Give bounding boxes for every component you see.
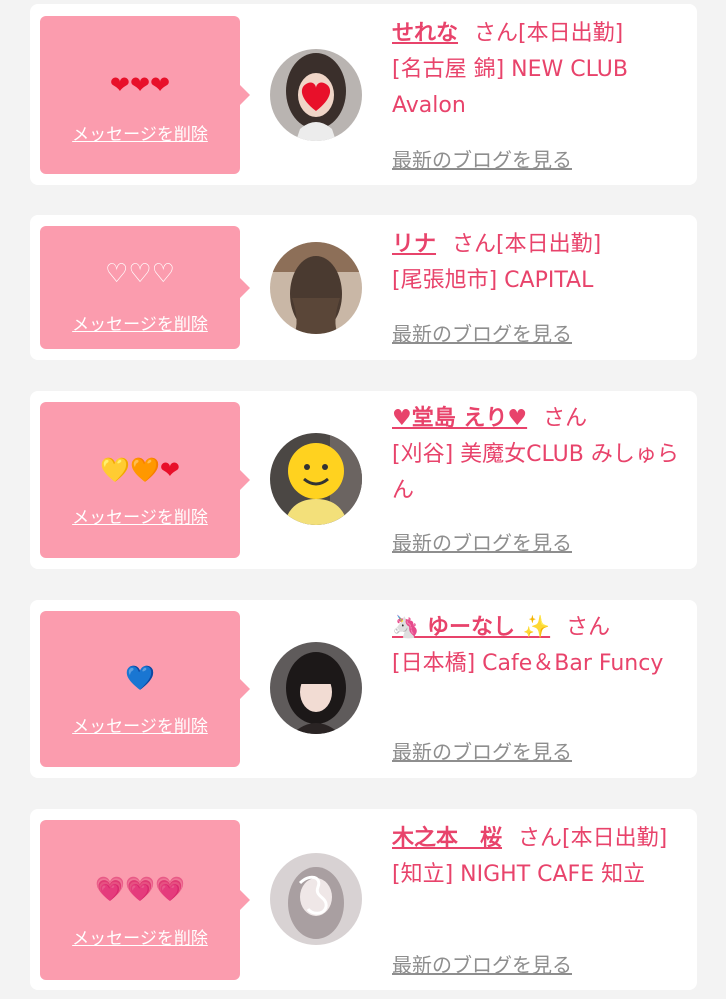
avatar[interactable] — [270, 642, 362, 734]
latest-blog-link[interactable]: 最新のブログを見る — [392, 144, 572, 173]
heart-rating: 💗💗💗 — [95, 875, 185, 903]
delete-message-link[interactable]: メッセージを削除 — [40, 924, 240, 949]
orange-heart-icon: 🧡 — [129, 456, 160, 484]
cast-name-link[interactable]: 木之本 桜 — [392, 826, 502, 851]
avatar[interactable] — [270, 242, 362, 334]
shop-name: [日本橋] Cafe＆Bar Funcy — [392, 651, 664, 676]
latest-blog-link[interactable]: 最新のブログを見る — [392, 318, 572, 347]
cast-status: さん[本日出勤] — [474, 21, 624, 46]
cast-status: さん[本日出勤] — [452, 232, 602, 257]
cast-info: リナ さん[本日出勤] [尾張旭市] CAPITAL — [392, 227, 682, 299]
avatar[interactable] — [270, 49, 362, 141]
heart-panel: ❤❤❤ メッセージを削除 — [40, 16, 250, 174]
cast-name-link[interactable]: ♥堂島 えり♥ — [392, 406, 527, 431]
cast-name-link[interactable]: リナ — [392, 232, 436, 257]
favorite-card: ❤❤❤ メッセージを削除 せれな さん[本日出勤] [名古屋 錦] NEW CLU… — [30, 4, 697, 185]
heart-panel: 💗💗💗 メッセージを削除 — [40, 820, 250, 980]
shop-name: [知立] NIGHT CAFE 知立 — [392, 862, 646, 887]
cast-status: さん — [566, 615, 611, 640]
cast-info: ♥堂島 えり♥ さん [刈谷] 美魔女CLUB みしゅらん — [392, 401, 682, 509]
favorite-card: 💗💗💗 メッセージを削除 木之本 桜さん[本日出勤] [知立] NIGHT CA… — [30, 809, 697, 990]
cast-name-link[interactable]: せれな — [392, 21, 458, 46]
delete-message-link[interactable]: メッセージを削除 — [40, 120, 240, 145]
latest-blog-link[interactable]: 最新のブログを見る — [392, 949, 572, 978]
latest-blog-link[interactable]: 最新のブログを見る — [392, 527, 572, 556]
cast-name-link[interactable]: 🦄 ゆーなし ✨ — [392, 615, 550, 640]
heart-rating: ♡♡♡ — [105, 259, 175, 289]
shop-name: [尾張旭市] CAPITAL — [392, 268, 594, 293]
favorite-card: 💛🧡❤ メッセージを削除 ♥堂島 えり♥ さん [刈谷] 美魔女CLUB みしゅら… — [30, 391, 697, 569]
delete-message-link[interactable]: メッセージを削除 — [40, 503, 240, 528]
cast-info: 木之本 桜さん[本日出勤] [知立] NIGHT CAFE 知立 — [392, 821, 682, 893]
delete-message-link[interactable]: メッセージを削除 — [40, 712, 240, 737]
yellow-heart-icon: 💛 — [100, 456, 130, 484]
avatar[interactable] — [270, 853, 362, 945]
shop-name: [名古屋 錦] NEW CLUB Avalon — [392, 57, 628, 118]
heart-panel: ♡♡♡ メッセージを削除 — [40, 226, 250, 349]
heart-rating: 💙 — [125, 664, 155, 692]
cast-status: さん — [543, 406, 588, 431]
cast-status: さん[本日出勤] — [518, 826, 668, 851]
heart-rating: ❤❤❤ — [109, 71, 171, 99]
heart-rating: 💛🧡❤ — [40, 455, 240, 485]
delete-message-link[interactable]: メッセージを削除 — [40, 310, 240, 335]
favorite-card: 💙 メッセージを削除 🦄 ゆーなし ✨ さん [日本橋] Cafe＆Bar Fun… — [30, 600, 697, 778]
latest-blog-link[interactable]: 最新のブログを見る — [392, 736, 572, 765]
heart-panel: 💙 メッセージを削除 — [40, 611, 250, 767]
favorite-card: ♡♡♡ メッセージを削除 リナ さん[本日出勤] [尾張旭市] CAPITAL 最… — [30, 215, 697, 360]
shop-name: [刈谷] 美魔女CLUB みしゅらん — [392, 442, 679, 503]
heart-panel: 💛🧡❤ メッセージを削除 — [40, 402, 250, 558]
cast-info: 🦄 ゆーなし ✨ さん [日本橋] Cafe＆Bar Funcy — [392, 610, 682, 682]
red-heart-icon: ❤ — [159, 456, 180, 484]
cast-info: せれな さん[本日出勤] [名古屋 錦] NEW CLUB Avalon — [392, 16, 682, 124]
avatar[interactable] — [270, 433, 362, 525]
